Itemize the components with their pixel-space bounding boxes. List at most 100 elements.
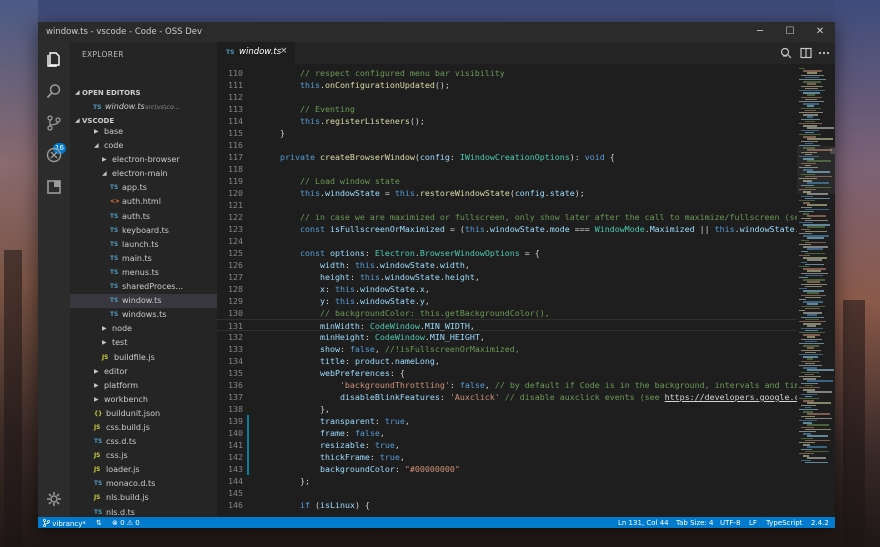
line-number: 113	[228, 104, 243, 114]
file-item[interactable]: JS buildfile.js	[70, 351, 217, 365]
file-item[interactable]: JS css.js	[70, 449, 217, 463]
code-line: 141 resizable: true,	[217, 439, 797, 451]
minimap-line	[801, 404, 816, 406]
extensions-icon[interactable]	[45, 178, 63, 196]
chevron-down-icon: ◢	[102, 170, 107, 178]
file-item[interactable]: TS main.ts	[70, 252, 217, 266]
file-item[interactable]: TS menus.ts	[70, 266, 217, 280]
minimap[interactable]	[797, 64, 835, 517]
minimap-line	[799, 134, 821, 136]
chevron-right-icon: ▶	[102, 339, 107, 347]
line-number: 115	[228, 128, 243, 138]
encoding[interactable]: UTF-8	[720, 519, 740, 527]
minimap-line	[803, 257, 827, 259]
code-text: title: product.nameLong,	[319, 356, 440, 366]
minimap-line	[801, 305, 825, 307]
file-item[interactable]: TS auth.ts	[70, 210, 217, 224]
file-item[interactable]: TS window.ts	[70, 294, 217, 309]
file-item[interactable]: TS sharedProces...	[70, 280, 217, 294]
line-number: 146	[228, 500, 243, 510]
close-tab-icon[interactable]: ×	[280, 46, 288, 56]
code-editor[interactable]: 110 // respect configured menu bar visib…	[217, 64, 797, 517]
file-item[interactable]: TS launch.ts	[70, 238, 217, 252]
minimap-line	[799, 233, 812, 235]
folder-item[interactable]: ▶ electron-browser	[70, 153, 217, 167]
minimap-line	[807, 325, 816, 327]
code-line: 117 private createBrowserWindow(config: …	[217, 151, 797, 163]
chevron-right-icon: ▶	[94, 128, 99, 135]
file-item[interactable]: TS app.ts	[70, 181, 217, 195]
minimap-line	[801, 184, 814, 186]
debug-icon[interactable]	[45, 146, 63, 164]
folder-item[interactable]: ◢ electron-main	[70, 167, 217, 181]
tab-size[interactable]: Tab Size: 4	[676, 519, 713, 527]
minimap-line	[805, 252, 825, 255]
file-item[interactable]: {} buildunit.json	[70, 407, 217, 421]
file-item[interactable]: JS nls.build.js	[70, 491, 217, 505]
code-text: resizable: true,	[319, 440, 400, 450]
file-item[interactable]: JS loader.js	[70, 463, 217, 477]
minimap-line	[805, 461, 828, 464]
open-editor-item[interactable]: TS window.ts src\vs\co...	[70, 100, 217, 114]
minimap-line	[805, 395, 812, 398]
minimap-line	[801, 371, 819, 373]
split-editor-icon[interactable]	[799, 46, 813, 60]
file-item[interactable]: TS css.d.ts	[70, 435, 217, 449]
minimap-line	[805, 186, 831, 189]
minimize-button[interactable]: ─	[745, 24, 775, 40]
file-item[interactable]: TS windows.ts	[70, 308, 217, 322]
minimap-line	[807, 336, 815, 338]
typescript-file-icon: TS	[110, 269, 119, 276]
minimap-line	[803, 334, 820, 336]
folder-item[interactable]: ◢ code	[70, 139, 217, 153]
cursor-position[interactable]: Ln 131, Col 44	[618, 519, 669, 527]
open-changes-icon[interactable]	[779, 46, 793, 60]
folder-item[interactable]: ▶ editor	[70, 365, 217, 379]
more-actions-icon[interactable]	[817, 46, 831, 60]
sync-icon[interactable]: ⇅	[96, 519, 102, 527]
minimap-line	[799, 321, 826, 323]
settings-gear-icon[interactable]	[45, 490, 63, 508]
code-line: 127 height: this.windowState.height,	[217, 271, 797, 283]
line-number: 120	[228, 188, 243, 198]
code-line: 125 const options: Electron.BrowserWindo…	[217, 247, 797, 259]
folder-item[interactable]: ▶ test	[70, 336, 217, 350]
files-icon[interactable]	[45, 50, 63, 68]
close-window-button[interactable]: ✕	[805, 24, 835, 40]
folder-name: electron-browser	[112, 155, 180, 165]
minimap-line	[805, 142, 813, 145]
folder-item[interactable]: ▶ platform	[70, 379, 217, 393]
file-item[interactable]: <> auth.html	[70, 195, 217, 209]
file-item[interactable]: TS nls.d.ts	[70, 506, 217, 517]
file-item[interactable]: JS css.build.js	[70, 421, 217, 435]
ts-version[interactable]: 2.4.2	[811, 519, 829, 527]
file-name: css.build.js	[106, 422, 150, 432]
code-line: 144 };	[217, 475, 797, 487]
file-item[interactable]: TS monaco.d.ts	[70, 477, 217, 491]
source-control-icon[interactable]	[45, 114, 63, 132]
file-item[interactable]: TS keyboard.ts	[70, 224, 217, 238]
folder-item[interactable]: ▶ base	[70, 125, 217, 139]
minimap-line	[805, 164, 811, 167]
folder-name: electron-main	[112, 169, 168, 179]
branch-indicator[interactable]: vibrancy*	[43, 518, 86, 528]
open-editors-header[interactable]: ◢ OPEN EDITORS	[70, 86, 217, 100]
minimap-line	[799, 277, 808, 279]
folder-item[interactable]: ▶ workbench	[70, 393, 217, 407]
line-number: 145	[228, 488, 243, 498]
tab-window-ts[interactable]: TS window.ts ×	[217, 42, 295, 64]
maximize-button[interactable]: ☐	[775, 24, 805, 40]
code-text: const isFullscreenOrMaximized = (this.wi…	[299, 224, 797, 234]
code-line: 116	[217, 139, 797, 151]
language-mode[interactable]: TypeScript	[766, 519, 802, 527]
typescript-file-icon: TS	[94, 481, 103, 488]
problems-indicator[interactable]: ⊗ 0 ⚠ 0	[112, 519, 140, 527]
line-ending[interactable]: LF	[749, 519, 757, 527]
code-line: 128 x: this.windowState.x,	[217, 283, 797, 295]
minimap-line	[807, 94, 815, 96]
search-icon[interactable]	[45, 82, 63, 100]
minimap-line	[805, 318, 819, 321]
code-line: 142 thickFrame: true,	[217, 451, 797, 463]
minimap-line	[807, 391, 832, 393]
folder-item[interactable]: ▶ node	[70, 322, 217, 336]
